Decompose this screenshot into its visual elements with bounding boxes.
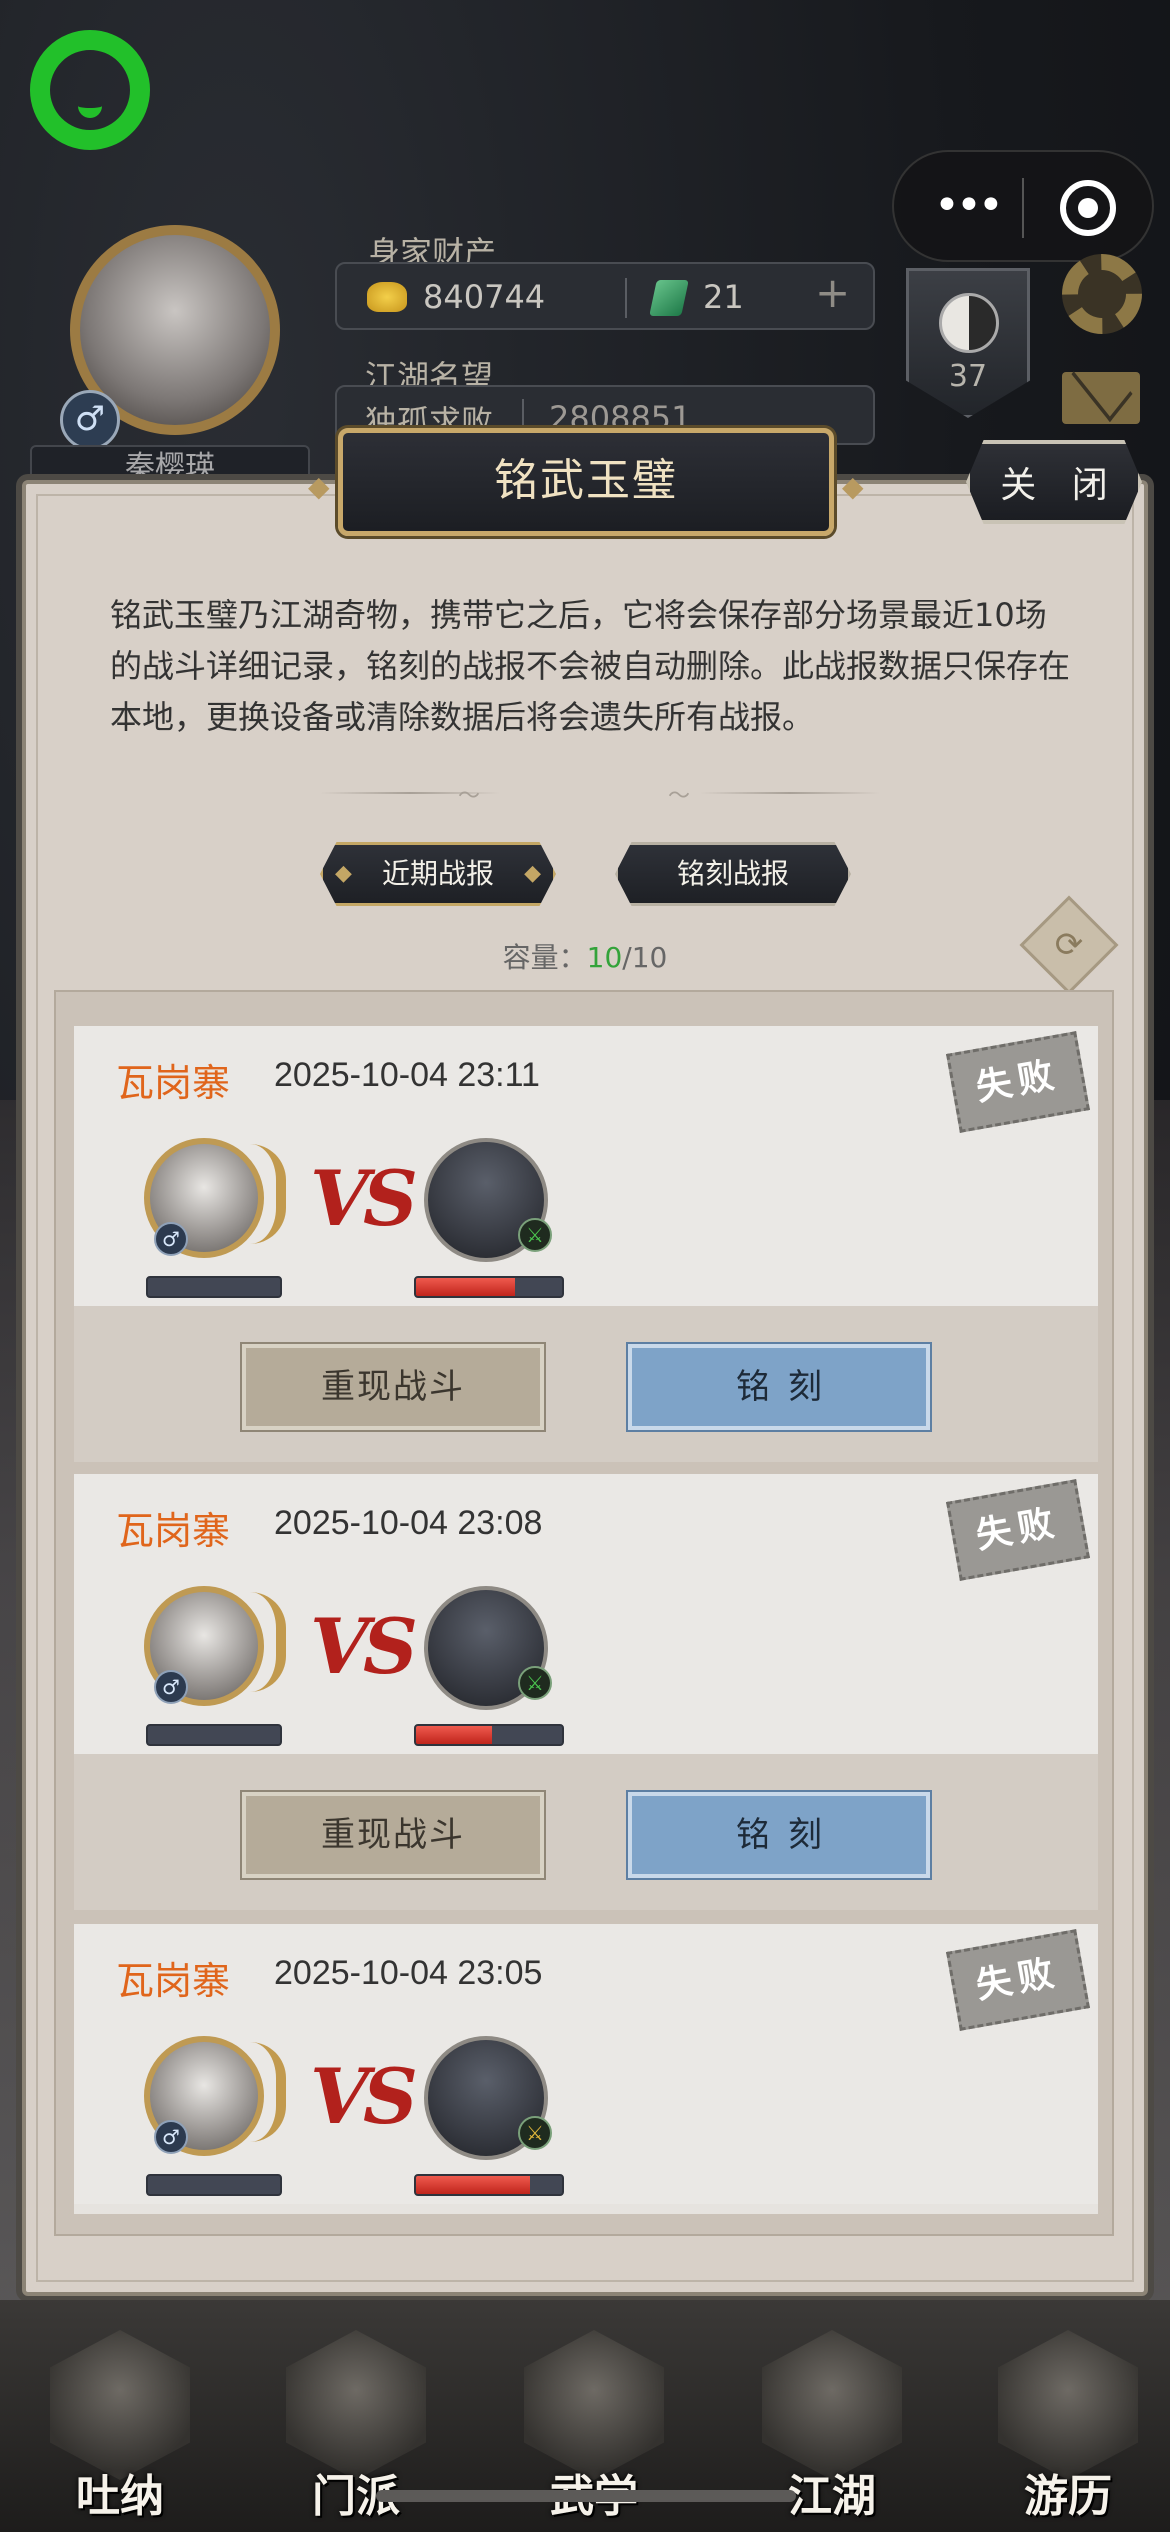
enemy-class-icon: ⚔ <box>518 1666 552 1700</box>
hp-fill <box>416 1726 492 1744</box>
record-time: 2025-10-04 23:11 <box>274 1056 540 1094</box>
vs-icon: VS <box>310 2052 418 2141</box>
enemy-hp-bar <box>414 1276 564 1298</box>
player-hp-bar <box>146 2174 282 2196</box>
male-gender-icon: ♂ <box>154 1670 188 1704</box>
home-indicator[interactable] <box>376 2490 796 2502</box>
battle-record: 瓦岗寨 2025-10-04 23:05 失败 ♂ VS ⚔ <box>74 1924 1098 2214</box>
wechat-logo-icon <box>30 30 150 150</box>
dialog-title: 铭武玉璧 <box>494 455 678 506</box>
vs-icon: VS <box>310 1154 418 1243</box>
dialog-title-plate: 铭武玉璧 <box>338 428 834 536</box>
record-time: 2025-10-04 23:08 <box>274 1504 543 1542</box>
record-time: 2025-10-04 23:05 <box>274 1954 543 1992</box>
nav-item-travel[interactable]: 游历 <box>968 2320 1148 2522</box>
replay-battle-button[interactable]: 重现战斗 <box>240 1790 546 1880</box>
record-actions <box>74 1306 1098 1462</box>
wealth-bar: 840744 21 + <box>335 262 875 330</box>
capsule-divider <box>1022 178 1024 238</box>
enemy-class-icon: ⚔ <box>518 1218 552 1252</box>
hp-fill <box>416 2176 530 2194</box>
record-location: 瓦岗寨 <box>116 1959 231 2003</box>
battle-record: 瓦岗寨 2025-10-04 23:08 失败 ♂ VS ⚔ 重现战斗 铭刻 <box>74 1474 1098 1910</box>
male-gender-icon: ♂ <box>60 390 120 450</box>
male-gender-icon: ♂ <box>154 1222 188 1256</box>
horse-icon <box>998 2330 1138 2480</box>
enemy-hp-bar <box>414 2174 564 2196</box>
battle-record-list[interactable]: 瓦岗寨 2025-10-04 23:11 失败 ♂ VS ⚔ 重现战斗 铭刻 瓦… <box>54 990 1114 2236</box>
ornament-swirl-icon: 〜 <box>668 784 691 809</box>
capacity-label: 容量： <box>502 941 587 974</box>
player-hp-bar <box>146 1276 282 1298</box>
record-actions <box>74 1754 1098 1910</box>
gold-ingot-icon <box>367 282 407 312</box>
jade-amount: 21 <box>703 278 744 316</box>
breathing-icon <box>50 2330 190 2480</box>
straw-hat-icon <box>762 2330 902 2480</box>
battle-record: 瓦岗寨 2025-10-04 23:11 失败 ♂ VS ⚔ 重现战斗 铭刻 <box>74 1026 1098 1462</box>
refresh-icon: ⟳ <box>1054 925 1084 965</box>
player-hp-bar <box>146 1724 282 1746</box>
engrave-button[interactable]: 铭刻 <box>626 1342 932 1432</box>
tab-engraved-reports[interactable]: 铭刻战报 <box>615 842 851 906</box>
more-options-icon[interactable]: ••• <box>934 184 1004 228</box>
title-ornament-right-icon: ◆ <box>842 470 864 503</box>
record-location: 瓦岗寨 <box>116 1061 231 1105</box>
jade-icon <box>649 280 689 316</box>
hp-fill <box>416 1278 516 1296</box>
add-currency-button[interactable]: + <box>815 268 850 317</box>
title-ornament-left-icon: ◆ <box>308 470 330 503</box>
divider <box>625 278 627 318</box>
record-location: 瓦岗寨 <box>116 1509 231 1553</box>
sect-icon <box>286 2330 426 2480</box>
nav-item-breathing[interactable]: 吐纳 <box>20 2320 200 2522</box>
gold-amount: 840744 <box>423 278 546 316</box>
tab-recent-reports[interactable]: 近期战报 <box>320 842 556 906</box>
dialog-description: 铭武玉璧乃江湖奇物，携带它之后，它将会保存部分场景最近10场的战斗详细记录，铭刻… <box>110 596 1071 736</box>
ornament-swirl-icon: 〜 <box>458 784 481 809</box>
replay-battle-button[interactable]: 重现战斗 <box>240 1342 546 1432</box>
capacity-total: /10 <box>622 941 668 974</box>
male-gender-icon: ♂ <box>154 2120 188 2154</box>
martial-arts-book-icon <box>524 2330 664 2480</box>
miniprogram-capsule: ••• <box>892 150 1154 262</box>
yin-yang-icon <box>939 293 999 353</box>
nav-label: 游历 <box>1024 2471 1112 2522</box>
engrave-button[interactable]: 铭刻 <box>626 1790 932 1880</box>
enemy-class-icon: ⚔ <box>518 2116 552 2150</box>
level-value: 37 <box>948 359 988 394</box>
capacity-readout: 容量：10/10 <box>0 936 1170 976</box>
vs-icon: VS <box>310 1602 418 1691</box>
enemy-hp-bar <box>414 1724 564 1746</box>
close-miniprogram-icon[interactable] <box>1060 180 1116 236</box>
mail-icon[interactable] <box>1062 372 1140 424</box>
capacity-used: 10 <box>586 941 623 974</box>
nav-label: 吐纳 <box>76 2471 164 2522</box>
ornament-divider <box>700 792 880 794</box>
close-button[interactable]: 关 闭 <box>966 440 1142 524</box>
gear-icon[interactable] <box>1062 254 1142 334</box>
